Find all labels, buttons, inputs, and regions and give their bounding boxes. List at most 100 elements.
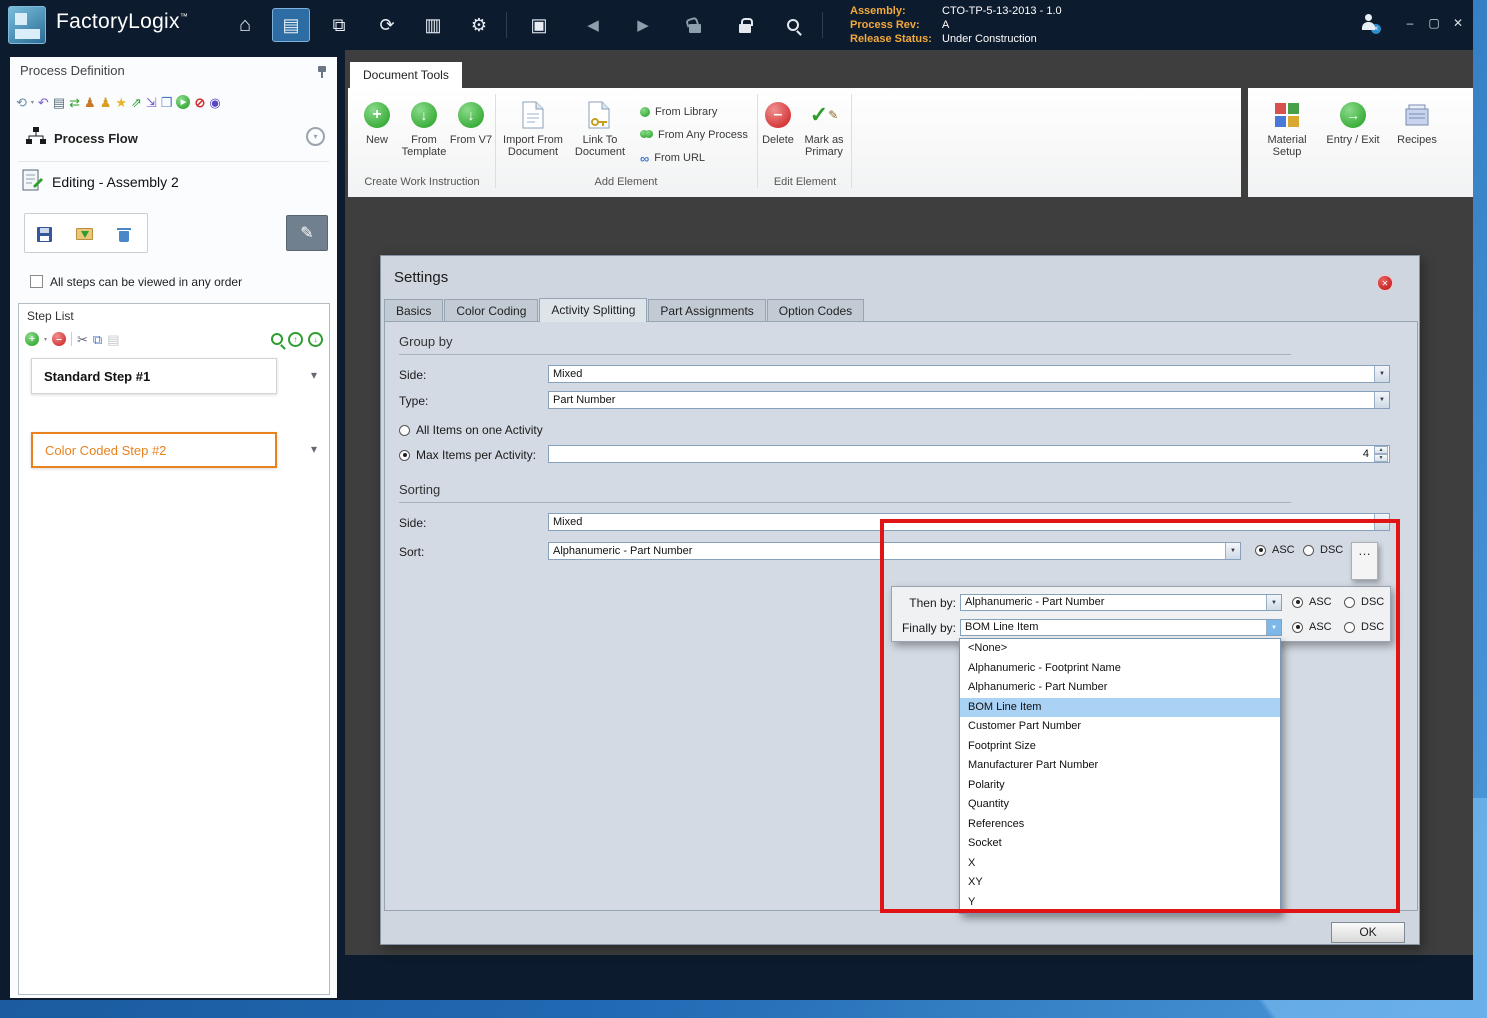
tab-activity-splitting[interactable]: Activity Splitting xyxy=(539,298,647,322)
group-type-select[interactable]: Part Number ▼ xyxy=(548,391,1390,409)
then-dsc-radio[interactable] xyxy=(1344,597,1355,608)
from-v7-button[interactable]: ↓ From V7 xyxy=(448,100,494,146)
tab-color-coding[interactable]: Color Coding xyxy=(444,299,538,322)
back-button[interactable]: ◀ xyxy=(574,8,612,42)
then-by-select[interactable]: Alphanumeric - Part Number ▼ xyxy=(960,594,1282,611)
step-item-standard[interactable]: Standard Step #1 xyxy=(31,358,277,394)
paste-icon[interactable]: ▤ xyxy=(107,333,119,346)
close-button[interactable]: ✕ xyxy=(1448,16,1468,30)
dropdown-option[interactable]: Alphanumeric - Footprint Name xyxy=(960,659,1280,679)
add-step-button[interactable]: + xyxy=(25,332,39,346)
remove-step-button[interactable]: – xyxy=(52,332,66,346)
lock-button[interactable] xyxy=(726,8,764,42)
dropdown-arrow-icon[interactable]: ▼ xyxy=(1266,620,1281,635)
from-url-button[interactable]: ∞ From URL xyxy=(640,150,705,166)
entry-exit-button[interactable]: → Entry / Exit xyxy=(1324,100,1382,146)
package-icon[interactable]: ❒ xyxy=(161,96,173,109)
edit-instruction-button[interactable]: ✎ xyxy=(286,215,328,251)
step-item-color-coded[interactable]: Color Coded Step #2 xyxy=(31,432,277,468)
from-template-button[interactable]: ↓ From Template xyxy=(401,100,447,158)
dropdown-arrow-icon[interactable]: ▼ xyxy=(1374,366,1389,382)
user-button[interactable]: × xyxy=(1360,14,1377,36)
max-items-input[interactable]: 4 ▲ ▼ xyxy=(548,445,1390,463)
dropdown-option[interactable]: Footprint Size xyxy=(960,737,1280,757)
add-step-caret-icon[interactable]: ▾ xyxy=(44,336,47,343)
all-items-radio[interactable] xyxy=(399,425,410,436)
pin-icon[interactable] xyxy=(316,65,328,80)
save-document-button[interactable] xyxy=(29,220,59,248)
tab-option-codes[interactable]: Option Codes xyxy=(767,299,864,322)
move-up-button[interactable]: ↑ xyxy=(288,332,303,347)
zoom-step-button[interactable] xyxy=(271,333,283,345)
share-icon[interactable]: ⇗ xyxy=(131,96,142,109)
collapse-panel-button[interactable]: ▾ xyxy=(306,127,325,146)
tab-document-tools[interactable]: Document Tools xyxy=(350,62,462,88)
dropdown-option[interactable]: Customer Part Number xyxy=(960,717,1280,737)
settings-button[interactable]: ⚙ xyxy=(460,8,498,42)
unlock-button[interactable] xyxy=(676,8,714,42)
from-any-process-button[interactable]: From Any Process xyxy=(640,127,748,143)
print-icon[interactable]: ▤ xyxy=(53,96,65,109)
dropdown-arrow-icon[interactable]: ▼ xyxy=(1266,595,1281,610)
spinner-up-icon[interactable]: ▲ xyxy=(1374,446,1388,454)
dropdown-option[interactable]: <None> xyxy=(960,639,1280,659)
recipes-button[interactable]: Recipes xyxy=(1390,100,1444,146)
dropdown-arrow-icon[interactable]: ▼ xyxy=(1225,543,1240,559)
home-button[interactable]: ⌂ xyxy=(226,8,264,42)
delete-element-button[interactable]: – Delete xyxy=(755,100,801,146)
dropdown-option-selected[interactable]: BOM Line Item xyxy=(960,698,1280,718)
dropdown-option[interactable]: Alphanumeric - Part Number xyxy=(960,678,1280,698)
dropdown-arrow-icon[interactable]: ▼ xyxy=(1374,392,1389,408)
finally-dsc-radio[interactable] xyxy=(1344,622,1355,633)
new-button[interactable]: + New xyxy=(354,100,400,146)
sync-icon[interactable]: ⇄ xyxy=(69,96,80,109)
history-icon[interactable]: ⟲ xyxy=(16,96,27,109)
history-caret-icon[interactable]: ▾ xyxy=(31,99,34,106)
from-library-button[interactable]: From Library xyxy=(640,104,717,120)
import-user-icon[interactable]: ♟ xyxy=(84,96,96,109)
stop-icon[interactable]: ⊘ xyxy=(194,96,205,109)
dropdown-option[interactable]: XY xyxy=(960,873,1280,893)
record-icon[interactable]: ◉ xyxy=(209,96,220,109)
link-to-document-button[interactable]: Link To Document xyxy=(570,100,630,158)
delete-document-button[interactable] xyxy=(109,220,139,248)
forward-button[interactable]: ▶ xyxy=(624,8,662,42)
expand-step-button[interactable]: ▾ xyxy=(311,368,317,382)
material-setup-button[interactable]: Material Setup xyxy=(1256,100,1318,158)
save-button[interactable]: ▣ xyxy=(520,8,558,42)
any-order-checkbox[interactable] xyxy=(30,275,43,288)
dropdown-option[interactable]: Manufacturer Part Number xyxy=(960,756,1280,776)
mark-as-primary-button[interactable]: ✓✎ Mark as Primary xyxy=(797,100,851,158)
sort-asc-radio[interactable] xyxy=(1255,545,1266,556)
work-instructions-button[interactable]: ▤ xyxy=(272,8,310,42)
export-icon[interactable]: ⇲ xyxy=(146,96,157,109)
cut-icon[interactable]: ✂ xyxy=(77,333,88,346)
dropdown-option[interactable]: Y xyxy=(960,893,1280,913)
dropdown-arrow-icon[interactable]: ▼ xyxy=(1374,514,1389,530)
then-asc-radio[interactable] xyxy=(1292,597,1303,608)
copy-icon[interactable]: ⧉ xyxy=(93,333,102,346)
maximize-button[interactable]: ▢ xyxy=(1424,16,1444,30)
navigator-button[interactable]: ⟳ xyxy=(368,8,406,42)
dropdown-option[interactable]: Quantity xyxy=(960,795,1280,815)
finally-asc-radio[interactable] xyxy=(1292,622,1303,633)
move-down-button[interactable]: ↓ xyxy=(308,332,323,347)
process-button[interactable]: ⧉ xyxy=(320,8,358,42)
tab-basics[interactable]: Basics xyxy=(384,299,443,322)
play-icon[interactable]: ▶ xyxy=(176,95,190,109)
ok-button[interactable]: OK xyxy=(1331,922,1405,943)
user-gold-icon[interactable]: ♟ xyxy=(100,96,112,109)
news-button[interactable]: ▥ xyxy=(414,8,452,42)
tab-part-assignments[interactable]: Part Assignments xyxy=(648,299,765,322)
minimize-button[interactable]: – xyxy=(1400,16,1420,30)
sort-select[interactable]: Alphanumeric - Part Number ▼ xyxy=(548,542,1241,560)
undo-icon[interactable]: ↶ xyxy=(38,96,49,109)
dropdown-option[interactable]: References xyxy=(960,815,1280,835)
expand-step-button[interactable]: ▾ xyxy=(311,442,317,456)
dropdown-option[interactable]: Polarity xyxy=(960,776,1280,796)
group-side-select[interactable]: Mixed ▼ xyxy=(548,365,1390,383)
more-sort-options-button[interactable]: … xyxy=(1351,542,1378,580)
import-document-button[interactable] xyxy=(69,220,99,248)
sorting-side-select[interactable]: Mixed ▼ xyxy=(548,513,1390,531)
spinner-down-icon[interactable]: ▼ xyxy=(1374,454,1388,462)
